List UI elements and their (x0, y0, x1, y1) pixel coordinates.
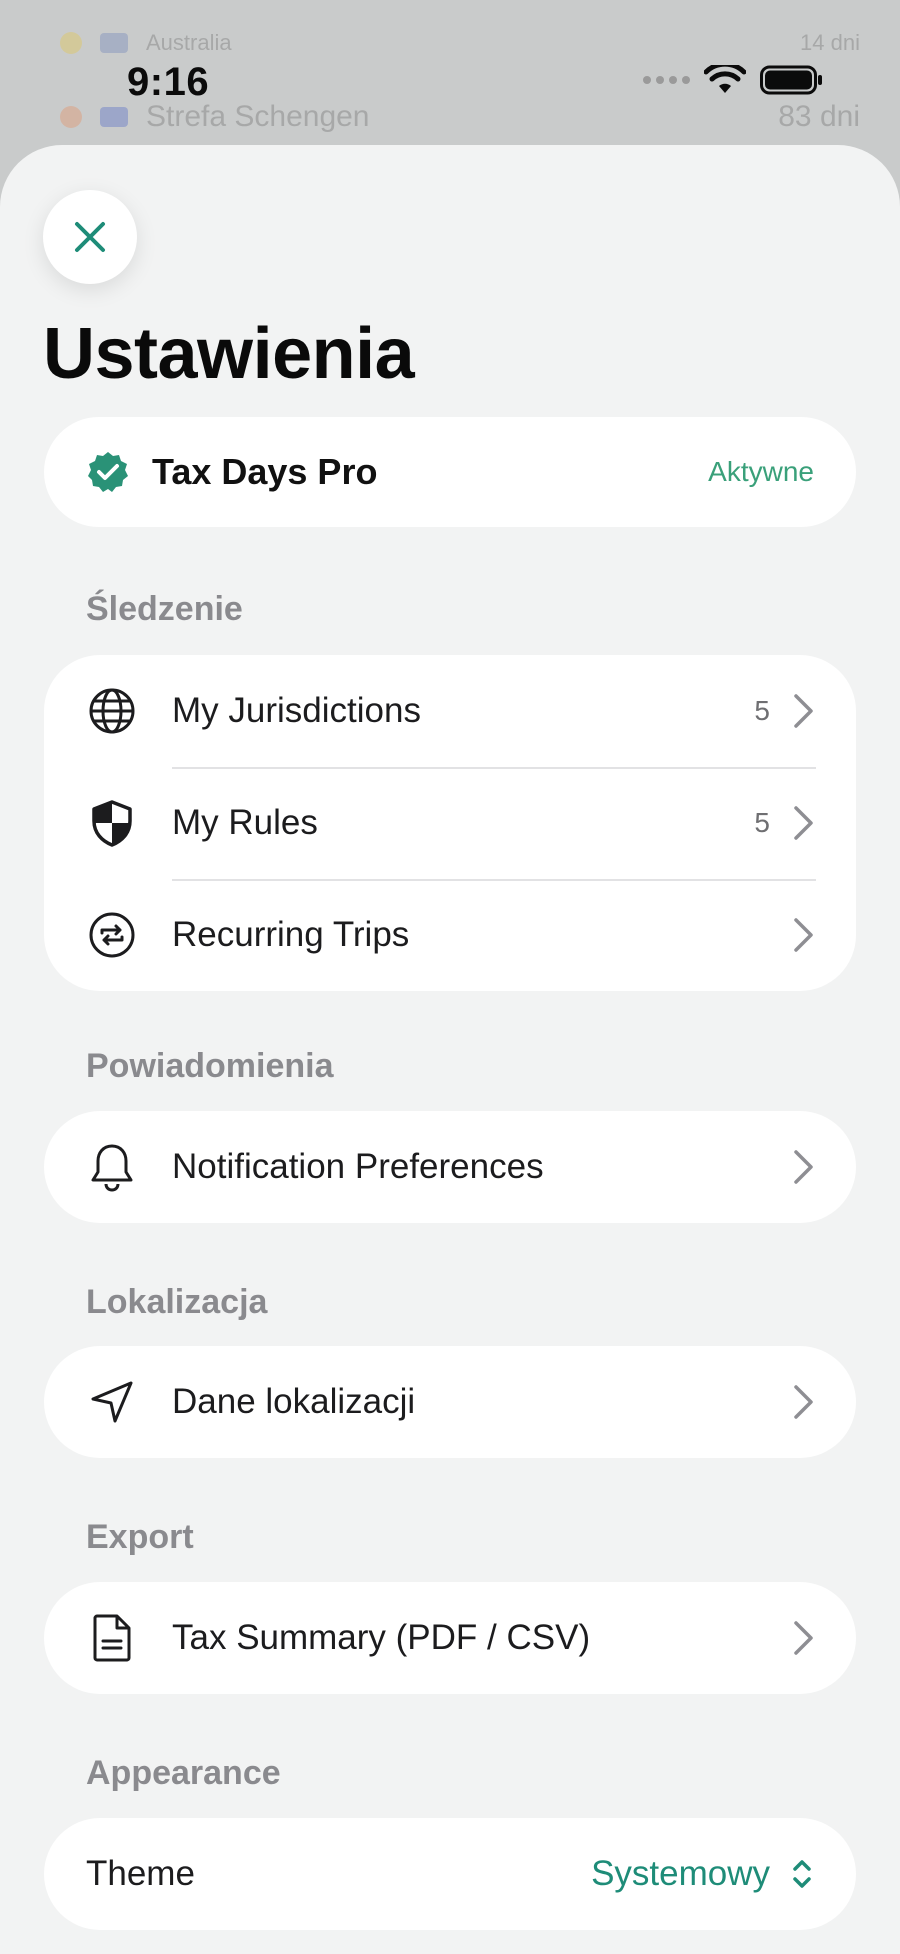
row-count: 5 (754, 807, 770, 838)
section-header-export: Export (86, 1518, 194, 1556)
pro-subscription-card[interactable]: Tax Days Pro Aktywne (44, 417, 856, 527)
close-button[interactable] (43, 190, 137, 284)
chevron-right-icon (794, 1150, 813, 1184)
row-count: 5 (754, 695, 770, 726)
verified-badge-icon (88, 452, 128, 492)
row-location-data[interactable]: Dane lokalizacji (44, 1346, 856, 1458)
row-label: My Rules (172, 803, 318, 842)
settings-sheet: Ustawienia Tax Days Pro Aktywne Śledzeni… (0, 145, 900, 1954)
bell-icon (86, 1141, 138, 1193)
theme-picker-value[interactable]: Systemowy (591, 1854, 770, 1894)
status-bar: 9:16 (0, 0, 900, 150)
globe-icon (86, 685, 138, 737)
row-label: Dane lokalizacji (172, 1382, 416, 1421)
wifi-icon (704, 65, 746, 93)
battery-icon (760, 65, 822, 95)
notifications-card: Notification Preferences (44, 1111, 856, 1223)
row-label: Tax Summary (PDF / CSV) (172, 1618, 591, 1657)
chevron-right-icon (794, 1621, 813, 1655)
chevron-right-icon (794, 806, 813, 840)
theme-label: Theme (86, 1854, 195, 1893)
row-tax-summary[interactable]: Tax Summary (PDF / CSV) (44, 1582, 856, 1694)
section-header-tracking: Śledzenie (86, 590, 243, 628)
chevron-right-icon (794, 1385, 813, 1419)
pro-label: Tax Days Pro (152, 451, 378, 492)
export-card: Tax Summary (PDF / CSV) (44, 1582, 856, 1694)
page-title: Ustawienia (43, 314, 415, 394)
row-recurring-trips[interactable]: Recurring Trips (44, 879, 856, 991)
row-theme[interactable]: Theme Systemowy (44, 1818, 856, 1930)
chevron-right-icon (794, 694, 813, 728)
row-my-rules[interactable]: My Rules 5 (44, 767, 856, 879)
row-label: Notification Preferences (172, 1147, 544, 1186)
chevron-right-icon (794, 918, 813, 952)
location-card: Dane lokalizacji (44, 1346, 856, 1458)
row-my-jurisdictions[interactable]: My Jurisdictions 5 (44, 655, 856, 767)
section-header-appearance: Appearance (86, 1754, 281, 1792)
section-header-notifications: Powiadomienia (86, 1047, 334, 1085)
row-label: My Jurisdictions (172, 691, 421, 730)
close-icon (75, 222, 105, 252)
repeat-icon (86, 909, 138, 961)
location-arrow-icon (86, 1376, 138, 1428)
section-header-location: Lokalizacja (86, 1283, 268, 1321)
pro-status: Aktywne (708, 456, 814, 487)
cellular-signal-icon (643, 76, 690, 84)
status-indicators (643, 64, 824, 96)
document-icon (86, 1612, 138, 1664)
status-time: 9:16 (127, 60, 210, 104)
appearance-card: Theme Systemowy (44, 1818, 856, 1930)
shield-icon (86, 797, 138, 849)
chevron-up-down-icon (793, 1860, 811, 1888)
row-label: Recurring Trips (172, 915, 410, 954)
tracking-card: My Jurisdictions 5 My Rules 5 Recurring … (44, 655, 856, 991)
row-notification-preferences[interactable]: Notification Preferences (44, 1111, 856, 1223)
